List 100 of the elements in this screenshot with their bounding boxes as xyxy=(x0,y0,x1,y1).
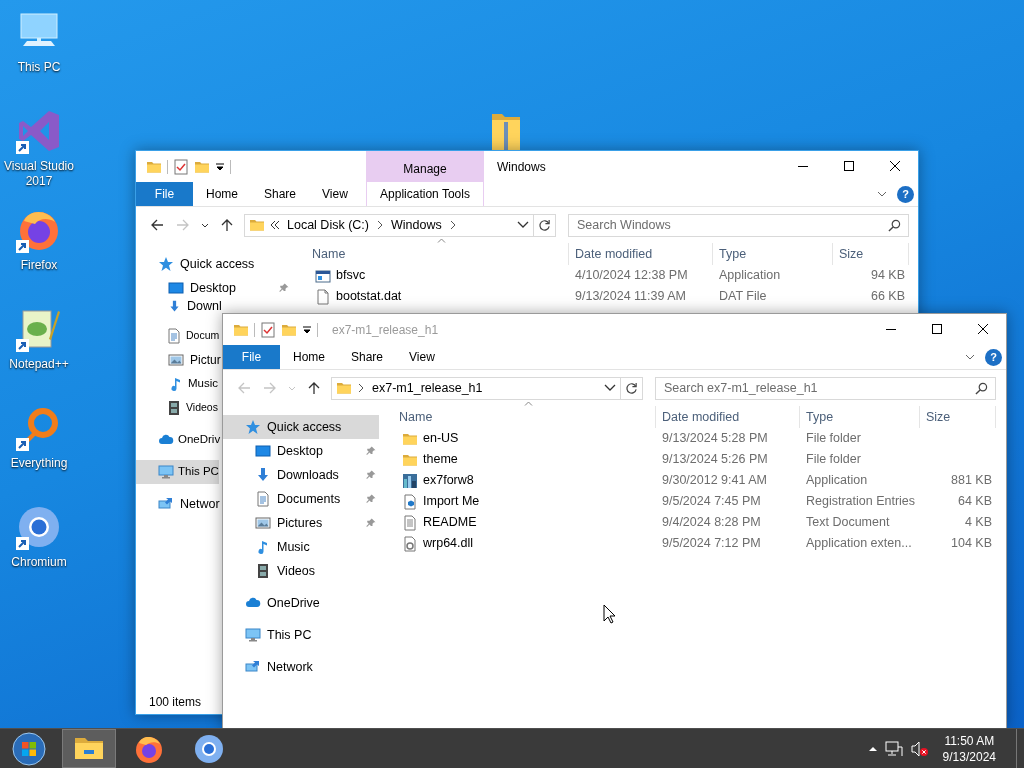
desktop-icon-label[interactable]: Chromium xyxy=(0,555,78,570)
computer-icon xyxy=(245,627,261,643)
nav-item[interactable]: Pictures xyxy=(223,511,379,535)
date-modified: 4/10/2024 12:38 PM xyxy=(574,267,689,285)
close-icon xyxy=(978,324,988,334)
nav-item[interactable]: Desktop xyxy=(223,439,379,463)
nav-item[interactable]: Quick access xyxy=(136,252,292,276)
column-header[interactable]: Name xyxy=(306,243,569,265)
nav-item[interactable]: This PC xyxy=(223,623,379,647)
file-name[interactable]: bfsvc xyxy=(336,266,366,285)
screen-icon xyxy=(168,280,184,296)
ribbon-tab[interactable]: Home xyxy=(193,182,251,206)
nav-item[interactable]: Downloads xyxy=(223,463,379,487)
file-name[interactable]: en-US xyxy=(423,429,459,448)
file-menu-button[interactable]: File xyxy=(136,182,193,206)
column-header[interactable]: Date modified xyxy=(656,406,800,428)
chevron-down-icon xyxy=(604,384,616,392)
date-modified: 9/13/2024 11:39 AM xyxy=(574,288,687,306)
file-name[interactable]: ex7forw8 xyxy=(423,471,474,490)
nav-item[interactable]: Network xyxy=(223,655,379,679)
breadcrumb[interactable]: Windows xyxy=(388,215,444,235)
refresh-button[interactable] xyxy=(621,376,643,400)
desktop-icon-label[interactable]: Everything xyxy=(0,456,78,471)
nav-item[interactable]: Desktop xyxy=(136,276,292,300)
pin-icon xyxy=(365,517,377,529)
chromium-icon xyxy=(193,732,225,765)
file-size: 64 KB xyxy=(956,493,993,511)
nav-item[interactable]: OneDriv xyxy=(136,428,221,452)
expand-ribbon-icon xyxy=(877,191,887,197)
nav-item[interactable]: This PC xyxy=(136,460,219,484)
refresh-button[interactable] xyxy=(534,213,556,237)
maximize-icon xyxy=(844,161,854,171)
network-icon xyxy=(245,659,261,675)
caret-up-icon xyxy=(868,746,877,751)
clock[interactable]: 11:50 AM 9/13/2024 xyxy=(936,732,1002,765)
help-button[interactable]: ? xyxy=(897,185,914,203)
address-bar[interactable]: ex7-m1_release_h1 xyxy=(331,376,621,400)
ribbon-tab[interactable]: View xyxy=(309,182,361,206)
screen-icon xyxy=(255,443,271,459)
nav-item[interactable]: Music xyxy=(136,372,219,396)
column-header[interactable]: Size xyxy=(833,243,909,265)
column-header[interactable]: Size xyxy=(920,406,996,428)
help-button[interactable]: ? xyxy=(985,348,1002,366)
desktop-icon-label[interactable]: Notepad++ xyxy=(0,357,78,372)
breadcrumb[interactable]: ex7-m1_release_h1 xyxy=(370,378,485,398)
nav-item[interactable]: Documents xyxy=(223,487,379,511)
file-menu-button[interactable]: File xyxy=(223,345,280,369)
window-title: ex7-m1_release_h1 xyxy=(331,321,439,339)
film-icon xyxy=(166,400,182,416)
down-arrow-icon xyxy=(168,300,181,313)
ribbon-tab[interactable]: View xyxy=(396,345,448,369)
file-type: DAT File xyxy=(718,288,768,306)
nav-item[interactable]: Music xyxy=(223,535,379,559)
ribbon-tab[interactable]: Home xyxy=(280,345,338,369)
file-name[interactable]: theme xyxy=(423,450,458,469)
search-field[interactable]: Search ex7-m1_release_h1 xyxy=(655,376,996,400)
search-icon xyxy=(975,381,988,395)
down-arrow-icon xyxy=(255,467,271,483)
taskbar-app-button[interactable] xyxy=(62,729,116,768)
file-name[interactable]: Import Me xyxy=(423,492,480,511)
picture-icon xyxy=(168,352,184,368)
nav-item[interactable]: OneDrive xyxy=(223,591,379,615)
nav-item[interactable]: Downl xyxy=(136,300,222,313)
nav-item[interactable]: Networ xyxy=(136,492,220,516)
ribbon-tab[interactable]: Share xyxy=(338,345,397,369)
date-modified: 9/4/2024 8:28 PM xyxy=(661,514,762,532)
date-modified: 9/13/2024 5:26 PM xyxy=(661,451,769,469)
file-type: File folder xyxy=(805,451,862,469)
dropdown-icon xyxy=(302,324,312,335)
checklist-icon xyxy=(173,158,189,175)
breadcrumb[interactable]: Local Disk (C:) xyxy=(285,215,371,235)
column-header[interactable]: Type xyxy=(713,243,833,265)
search-icon xyxy=(888,218,901,232)
column-header[interactable]: Type xyxy=(800,406,920,428)
file-type: Application xyxy=(805,472,869,490)
file-name[interactable]: bootstat.dat xyxy=(336,287,402,306)
nav-item[interactable]: Pictur xyxy=(136,348,221,372)
nav-item[interactable]: Videos xyxy=(136,396,218,420)
date-modified: 9/13/2024 5:28 PM xyxy=(661,430,769,448)
refresh-icon xyxy=(625,381,638,395)
nav-item[interactable]: Quick access xyxy=(223,415,379,439)
close-icon xyxy=(890,161,900,171)
sort-caret-icon xyxy=(524,401,533,406)
dropdown-icon xyxy=(215,161,225,172)
file-name[interactable]: README xyxy=(423,513,477,532)
column-header[interactable]: Name xyxy=(393,406,656,428)
file-name[interactable]: wrp64.dll xyxy=(423,534,474,553)
column-header[interactable]: Date modified xyxy=(569,243,713,265)
star-icon xyxy=(158,256,174,272)
file-size: 104 KB xyxy=(950,535,993,553)
search-field[interactable]: Search Windows xyxy=(568,213,909,237)
file-type: Application exten... xyxy=(805,535,913,553)
nav-item[interactable]: Videos xyxy=(223,559,379,583)
file-size: 4 KB xyxy=(963,514,993,532)
nav-item[interactable]: Docum xyxy=(136,324,220,348)
ribbon-tab[interactable]: Share xyxy=(251,182,310,206)
address-bar[interactable]: Local Disk (C:) Windows xyxy=(244,213,534,237)
pin-icon xyxy=(365,445,377,457)
picture-icon xyxy=(255,515,271,531)
file-type: Text Document xyxy=(805,514,891,532)
